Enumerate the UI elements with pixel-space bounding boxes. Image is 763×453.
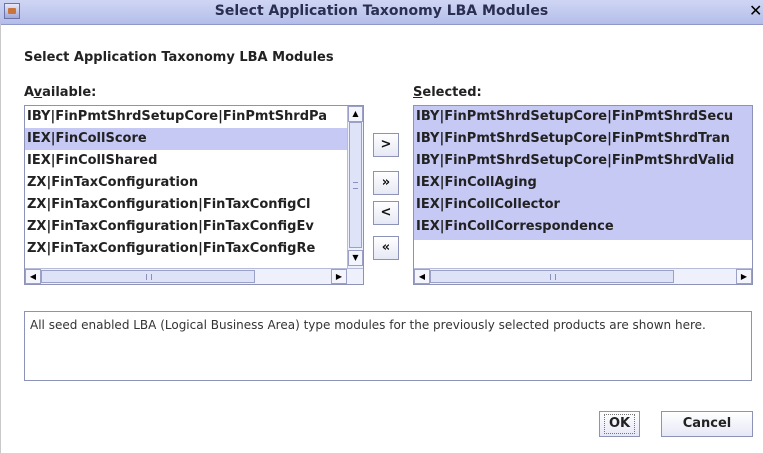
dialog-window: Select Application Taxonomy LBA Modules … <box>0 0 763 453</box>
selected-horizontal-scrollbar[interactable]: ◀ ▶ <box>414 268 752 284</box>
selected-label-accel: S <box>413 85 423 100</box>
selected-list[interactable]: IBY|FinPmtShrdSetupCore|FinPmtShrdSecu I… <box>413 105 753 285</box>
list-item[interactable]: IBY|FinPmtShrdSetupCore|FinPmtShrdValid <box>414 150 752 172</box>
add-one-button[interactable]: > <box>373 133 399 157</box>
scroll-thumb[interactable] <box>430 270 674 283</box>
list-item[interactable]: IEX|FinCollScore <box>25 128 348 150</box>
list-item[interactable]: IEX|FinCollAging <box>414 172 752 194</box>
list-item[interactable]: ZX|FinTaxConfiguration|FinTaxConfigCl <box>25 194 348 216</box>
scroll-right-icon[interactable]: ▶ <box>736 269 752 284</box>
list-item[interactable]: IEX|FinCollCorrespondence <box>414 216 752 238</box>
title-bar[interactable]: Select Application Taxonomy LBA Modules … <box>0 0 763 25</box>
list-item[interactable]: ZX|FinTaxConfiguration|FinTaxConfigRe <box>25 238 348 260</box>
available-label-prefix: A <box>24 85 34 100</box>
close-icon[interactable]: ✕ <box>749 1 763 20</box>
description-text: All seed enabled LBA (Logical Business A… <box>24 311 752 381</box>
ok-button-label: OK <box>603 414 636 434</box>
selected-label-rest: elected: <box>422 85 482 100</box>
available-vertical-scrollbar[interactable]: ▲ ▼ <box>347 106 363 268</box>
available-label-rest: ailable: <box>42 85 97 100</box>
add-all-button[interactable]: » <box>373 171 399 195</box>
ok-button[interactable]: OK <box>599 411 640 437</box>
list-item[interactable]: IEX|FinCollCollector <box>414 194 752 216</box>
scroll-left-icon[interactable]: ◀ <box>25 269 41 284</box>
scroll-left-icon[interactable]: ◀ <box>414 269 430 284</box>
selected-label: Selected: <box>413 85 482 100</box>
scroll-thumb[interactable] <box>349 122 362 248</box>
list-item[interactable]: ZX|FinTaxConfiguration <box>25 172 348 194</box>
scroll-up-icon[interactable]: ▲ <box>348 106 363 122</box>
list-item[interactable]: IBY|FinPmtShrdSetupCore|FinPmtShrdTran <box>414 128 752 150</box>
list-item[interactable]: ZX|FinTaxConfiguration|FinTaxConfigEv <box>25 216 348 238</box>
scroll-down-icon[interactable]: ▼ <box>348 250 363 266</box>
cancel-button[interactable]: Cancel <box>661 411 753 437</box>
available-label: Available: <box>24 85 96 100</box>
selected-items: IBY|FinPmtShrdSetupCore|FinPmtShrdSecu I… <box>414 106 752 240</box>
available-items: IBY|FinPmtShrdSetupCore|FinPmtShrdPa IEX… <box>25 106 348 260</box>
remove-all-button[interactable]: « <box>373 236 399 260</box>
scroll-thumb[interactable] <box>41 270 255 283</box>
remove-one-button[interactable]: < <box>373 201 399 225</box>
list-item[interactable]: IBY|FinPmtShrdSetupCore|FinPmtShrdSecu <box>414 106 752 128</box>
list-item[interactable]: IEX|FinCollShared <box>25 150 348 172</box>
window-border <box>0 24 1 453</box>
available-list[interactable]: IBY|FinPmtShrdSetupCore|FinPmtShrdPa IEX… <box>24 105 364 285</box>
available-label-accel: v <box>33 85 43 100</box>
list-item[interactable]: IBY|FinPmtShrdSetupCore|FinPmtShrdPa <box>25 106 348 128</box>
dialog-heading: Select Application Taxonomy LBA Modules <box>24 50 334 65</box>
window-title: Select Application Taxonomy LBA Modules <box>214 3 549 19</box>
available-horizontal-scrollbar[interactable]: ◀ ▶ <box>25 268 363 284</box>
scroll-right-icon[interactable]: ▶ <box>331 269 347 284</box>
